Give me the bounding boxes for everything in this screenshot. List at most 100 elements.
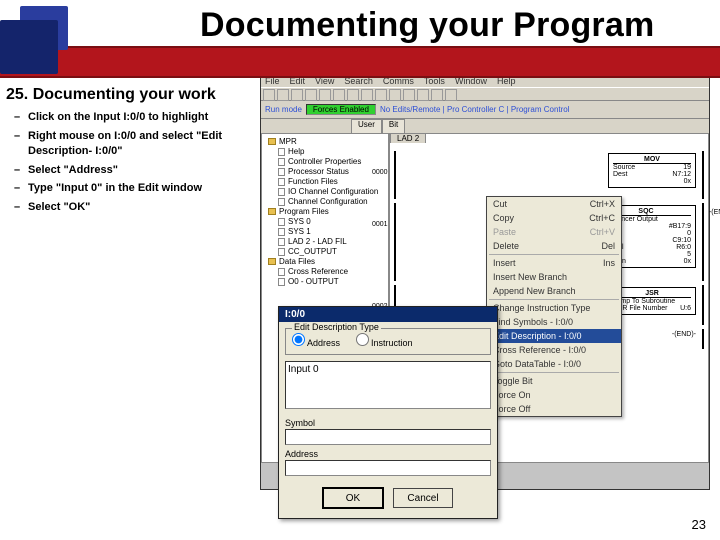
tree-item: Processor Status (278, 167, 386, 176)
tab-user[interactable]: User (351, 119, 382, 133)
ok-button[interactable]: OK (323, 488, 383, 508)
ctx-insert[interactable]: InsertIns (487, 256, 621, 270)
dialog-titlebar: I:0/0 (279, 307, 497, 322)
radio-address-input[interactable] (292, 333, 305, 346)
title-band: Documenting your Program (0, 0, 720, 72)
separator (489, 372, 619, 373)
ctx-find-symbols[interactable]: Find Symbols - I:0/0 (487, 315, 621, 329)
ctx-change-type[interactable]: Change Instruction Type (487, 301, 621, 315)
dialog-buttons: OK Cancel (279, 480, 497, 518)
file-icon (278, 278, 285, 286)
tree-root: MPR (268, 137, 386, 146)
separator (489, 254, 619, 255)
status-toolbar: Run mode Forces Enabled No Edits/Remote … (261, 101, 709, 119)
output-tag: -(EN)- (709, 209, 720, 216)
rung[interactable]: 0000 MOV Source19 DestN7:12 0x (394, 151, 704, 199)
toolbar-button[interactable] (361, 89, 373, 101)
tree-item: LAD 2 - LAD FIL (278, 237, 386, 246)
toolbar-button[interactable] (445, 89, 457, 101)
toolbar-button[interactable] (291, 89, 303, 101)
toolbar-button[interactable] (403, 89, 415, 101)
cancel-button[interactable]: Cancel (393, 488, 453, 508)
toolbar-button[interactable] (277, 89, 289, 101)
tree-folder: Data Files (268, 257, 386, 266)
ctx-insert-branch[interactable]: Insert New Branch (487, 270, 621, 284)
bullet-item: Type "Input 0" in the Edit window (14, 181, 270, 196)
tree-item: IO Channel Configuration (278, 187, 386, 196)
rung-id: 0001 (372, 221, 388, 228)
address-field: Address (285, 449, 491, 476)
file-icon (278, 218, 285, 226)
folder-icon (268, 138, 276, 145)
file-icon (278, 158, 285, 166)
ctx-force-off[interactable]: Force Off (487, 402, 621, 416)
file-icon (278, 228, 285, 236)
ctx-goto-datatable[interactable]: Goto DataTable - I:0/0 (487, 357, 621, 371)
file-icon (278, 198, 285, 206)
toolbar[interactable] (261, 87, 709, 101)
instruction-list: Click on the Input I:0/0 to highlight Ri… (14, 110, 270, 219)
tree-item: Controller Properties (278, 157, 386, 166)
context-menu[interactable]: CutCtrl+X CopyCtrl+C PasteCtrl+V DeleteD… (486, 196, 622, 417)
symbol-label: Symbol (285, 418, 491, 428)
page-title: Documenting your Program (200, 6, 654, 45)
symbol-input[interactable] (285, 429, 491, 445)
ctx-force-on[interactable]: Force On (487, 388, 621, 402)
toolbar-button[interactable] (347, 89, 359, 101)
status-right: No Edits/Remote | Pro Controller C | Pro… (380, 105, 705, 114)
file-icon (278, 178, 285, 186)
tree-item: SYS 0 (278, 217, 386, 226)
page-number: 23 (692, 517, 706, 532)
description-text-wrap (285, 361, 491, 412)
run-mode-label: Run mode (265, 105, 302, 114)
radio-address[interactable]: Address (292, 333, 340, 348)
toolbar-button[interactable] (375, 89, 387, 101)
folder-icon (268, 258, 276, 265)
ctx-edit-description[interactable]: Edit Description - I:0/0 (487, 329, 621, 343)
ctx-toggle-bit[interactable]: Toggle Bit (487, 374, 621, 388)
radio-instruction-input[interactable] (356, 333, 369, 346)
tree-item: O0 - OUTPUT (278, 277, 386, 286)
file-icon (278, 188, 285, 196)
address-input[interactable] (285, 460, 491, 476)
separator (489, 299, 619, 300)
bullet-item: Click on the Input I:0/0 to highlight (14, 110, 270, 125)
toolbar-button[interactable] (431, 89, 443, 101)
toolbar-button[interactable] (305, 89, 317, 101)
ladder-tab[interactable]: LAD 2 (390, 133, 426, 143)
file-icon (278, 268, 285, 276)
toolbar-button[interactable] (389, 89, 401, 101)
radio-instruction[interactable]: Instruction (356, 333, 413, 348)
title-stripe (0, 46, 720, 78)
address-label: Address (285, 449, 491, 459)
instruction-tabs[interactable]: User Bit (261, 119, 709, 133)
ctx-cross-ref[interactable]: Cross Reference - I:0/0 (487, 343, 621, 357)
tree-item: Function Files (278, 177, 386, 186)
end-tag: -(END)- (672, 331, 696, 338)
bullet-item: Select "OK" (14, 200, 270, 215)
ctx-append-branch[interactable]: Append New Branch (487, 284, 621, 298)
instruction-block[interactable]: MOV Source19 DestN7:12 0x (608, 153, 696, 188)
description-text-input[interactable] (285, 361, 491, 409)
ctx-copy[interactable]: CopyCtrl+C (487, 211, 621, 225)
tree-item: Help (278, 147, 386, 156)
tree-item: SYS 1 (278, 227, 386, 236)
bullet-item: Select "Address" (14, 163, 270, 178)
ctx-cut[interactable]: CutCtrl+X (487, 197, 621, 211)
toolbar-button[interactable] (263, 89, 275, 101)
toolbar-button[interactable] (417, 89, 429, 101)
tree-item: Cross Reference (278, 267, 386, 276)
folder-icon (268, 208, 276, 215)
symbol-field: Symbol (285, 418, 491, 445)
tree-item: Channel Configuration (278, 197, 386, 206)
toolbar-button[interactable] (333, 89, 345, 101)
accent-decoration (0, 20, 58, 74)
file-icon (278, 168, 285, 176)
group-label: Edit Description Type (292, 322, 381, 332)
toolbar-button[interactable] (319, 89, 331, 101)
ctx-delete[interactable]: DeleteDel (487, 239, 621, 253)
tree-item: CC_OUTPUT (278, 247, 386, 256)
tab-bit[interactable]: Bit (382, 119, 405, 133)
ctx-paste[interactable]: PasteCtrl+V (487, 225, 621, 239)
bullet-item: Right mouse on I:0/0 and select "Edit De… (14, 129, 270, 159)
